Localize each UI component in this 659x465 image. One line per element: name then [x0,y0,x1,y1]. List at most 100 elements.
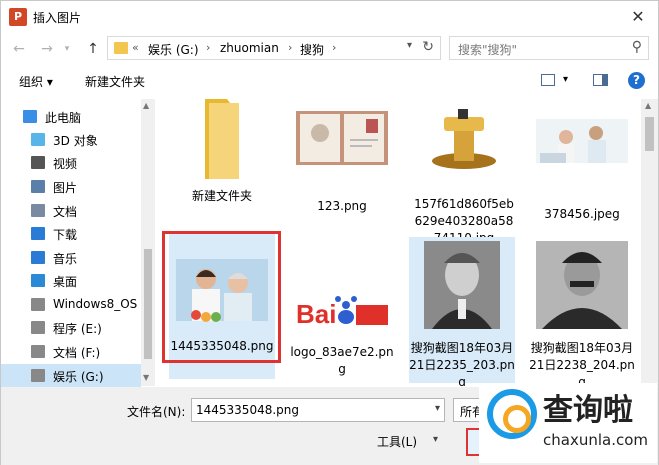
new-folder-button[interactable]: 新建文件夹 [85,73,145,90]
certificate-thumbnail [296,111,388,165]
file-tile[interactable]: 新建文件夹 [169,99,275,205]
sidebar-item[interactable]: 视频 [1,151,141,174]
help-icon[interactable]: ? [628,72,645,89]
search-box[interactable]: 搜索"搜狗" ⚲ [449,36,649,60]
overflow-chevron[interactable]: « [132,41,139,54]
sidebar-item[interactable]: 3D 对象 [1,128,141,151]
sidebar-scrollbar[interactable]: ▲ ▼ [141,99,155,386]
baidu-logo-thumbnail: Bai [296,296,388,329]
document-icon [31,204,45,217]
breadcrumb-sougou[interactable]: 搜狗 [300,41,324,58]
preview-pane-icon[interactable] [593,74,608,86]
sidebar-item[interactable]: 文档 (F:) [1,340,141,363]
sidebar-item[interactable]: 程序 (E:) [1,316,141,339]
sidebar-item-label: 3D 对象 [53,134,98,148]
file-tile[interactable]: 123.png [289,99,395,215]
sidebar-item[interactable]: 下载 [1,222,141,245]
scrollbar-thumb[interactable] [645,117,654,151]
selection-highlight [162,231,281,363]
drive-icon [31,298,45,311]
watermark-url: chaxunla.com [543,431,648,449]
chevron-down-icon[interactable]: ▾ [433,434,438,445]
file-tile[interactable]: 搜狗截图18年03月21日2238_204.png [529,237,635,386]
file-list: 新建文件夹 123.png 157f61d860f5eb629e403280a5… [157,99,641,386]
file-list-scrollbar[interactable]: ▲ [641,99,658,386]
sidebar-item[interactable]: 娱乐 (G:) [1,364,141,387]
scrollbar-thumb[interactable] [144,249,152,359]
watermark-title: 查询啦 [543,393,633,428]
arrow-left-icon: ← [13,41,25,57]
address-dropdown-icon[interactable]: ▾ [407,40,412,51]
insert-picture-dialog: P 插入图片 ✕ ← → ▾ ↑ « 娱乐 (G:) › zhuomian › … [0,0,659,465]
file-name: logo_83ae7e2.png [290,345,394,376]
command-toolbar: 组织 ▾ 新建文件夹 ▾ ? [1,65,658,97]
folder-thumbnail [205,99,239,179]
organize-button[interactable]: 组织 ▾ [19,73,53,90]
address-bar[interactable]: « 娱乐 (G:) › zhuomian › 搜狗 › ▾ ↻ [107,36,441,60]
refresh-icon[interactable]: ↻ [422,39,434,55]
file-name-input[interactable] [192,399,417,421]
sidebar-item[interactable]: 图片 [1,175,141,198]
powerpoint-app-icon: P [9,8,27,26]
breadcrumb-separator-icon[interactable]: › [206,41,210,54]
svg-text:Bai: Bai [296,299,336,329]
sidebar-item-label: 视频 [53,157,78,171]
drive-icon [31,345,45,358]
sidebar-item[interactable]: 此电脑 [1,105,141,128]
sidebar-item-label: 桌面 [53,275,78,289]
folder-icon [114,42,128,54]
recent-locations-button[interactable]: ▾ [61,39,73,59]
search-placeholder: 搜索"搜狗" [458,43,518,57]
back-button[interactable]: ← [9,39,29,59]
view-dropdown-icon[interactable]: ▾ [563,74,568,85]
file-name: 378456.jpeg [544,207,620,221]
sidebar-item[interactable]: 桌面 [1,269,141,292]
close-button[interactable]: ✕ [626,5,650,29]
sidebar-item-label: 文档 [53,205,78,219]
file-name: 搜狗截图18年03月21日2238_204.png [529,341,635,386]
tools-button[interactable]: 工具(L) [377,433,417,450]
film-icon [31,156,45,169]
breadcrumb-separator-icon[interactable]: › [288,41,292,54]
breadcrumb-drive[interactable]: 娱乐 (G:) [148,41,199,58]
up-button[interactable]: ↑ [83,39,103,59]
scroll-up-icon[interactable]: ▲ [143,101,149,110]
sidebar-item[interactable]: Windows8_OS [1,293,141,316]
desktop-icon [31,274,45,287]
picture-icon [31,180,45,193]
file-tile[interactable]: 搜狗截图18年03月21日2235_203.png [409,237,515,386]
file-name: 搜狗截图18年03月21日2235_203.png [409,341,515,386]
breadcrumb-separator-icon[interactable]: › [332,41,336,54]
download-icon [31,227,45,240]
scroll-up-icon[interactable]: ▲ [645,101,651,110]
trophy-thumbnail [432,109,496,169]
navigation-bar: ← → ▾ ↑ « 娱乐 (G:) › zhuomian › 搜狗 › ▾ ↻ … [1,33,658,63]
chevron-down-icon[interactable]: ▾ [435,403,440,414]
cube-icon [31,133,45,146]
file-name-field[interactable]: ▾ [191,398,445,422]
sidebar-item[interactable]: 文档 [1,199,141,222]
view-options-icon[interactable] [541,74,555,86]
file-name: 新建文件夹 [191,189,252,203]
file-tile[interactable]: 157f61d860f5eb629e403280a5874110.jpg [411,99,517,247]
sidebar-item-label: 程序 (E:) [53,322,102,336]
forward-button[interactable]: → [37,39,57,59]
sidebar-item[interactable]: 音乐 [1,246,141,269]
close-icon: ✕ [631,7,645,26]
doctor-thumbnail [536,119,628,163]
sidebar-item-label: 此电脑 [45,111,82,125]
navigation-pane: 此电脑 3D 对象视频图片文档下载音乐桌面 Windows8_OS 程序 (E:) 文档… [1,99,155,387]
scroll-down-icon[interactable]: ▼ [143,373,149,382]
music-icon [31,251,45,264]
breadcrumb-zhuomian[interactable]: zhuomian [220,41,279,55]
watermark-logo-icon [487,389,537,439]
search-icon[interactable]: ⚲ [632,39,642,55]
sidebar-item-label: 文档 (F:) [53,346,101,360]
file-tile[interactable]: 378456.jpeg [529,99,635,223]
sidebar-item-label: 下载 [53,228,78,242]
sidebar-item-label: 图片 [53,181,78,195]
drive-icon [31,321,45,334]
title-bar: P 插入图片 ✕ [1,1,658,33]
file-tile[interactable]: Bai logo_83ae7e2.png [289,233,395,378]
drive-icon [31,369,45,382]
